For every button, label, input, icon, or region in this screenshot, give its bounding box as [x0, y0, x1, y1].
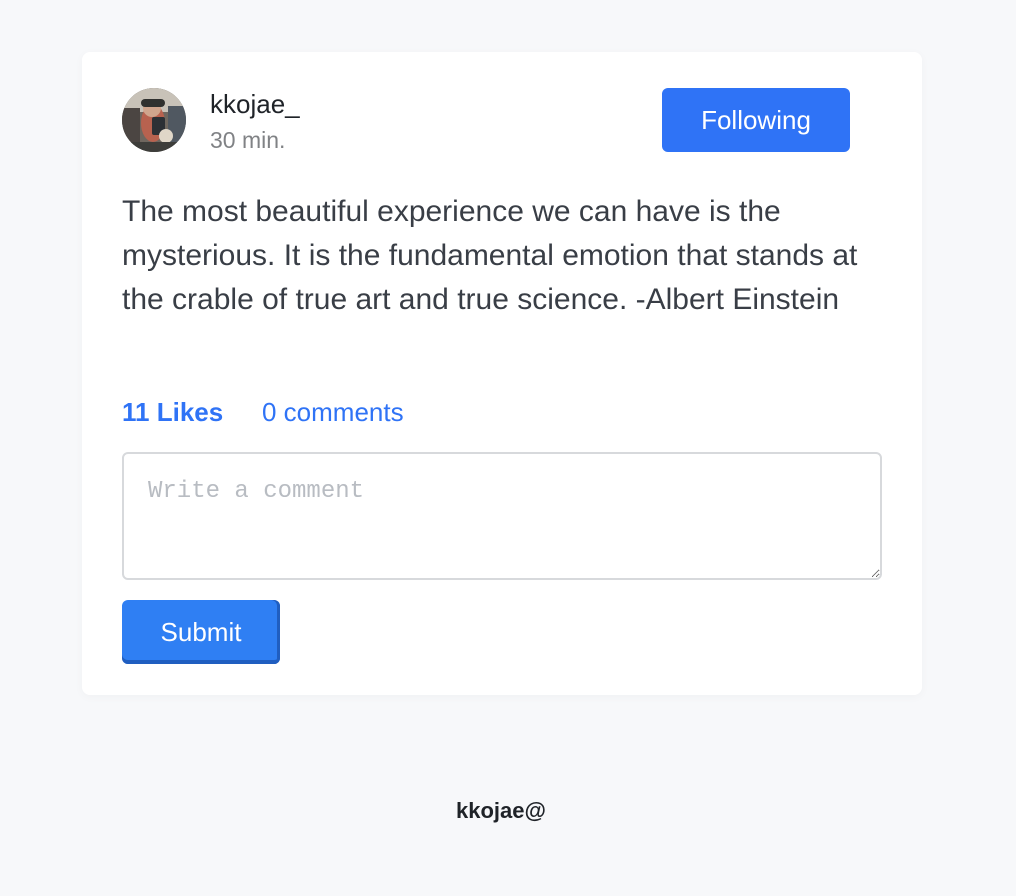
comments-count-link[interactable]: 0 comments	[262, 397, 404, 427]
post-card: kkojae_ 30 min. Following The most beaut…	[82, 52, 922, 695]
following-button[interactable]: Following	[662, 88, 850, 152]
submit-comment-button[interactable]: Submit	[122, 600, 280, 664]
post-author-name[interactable]: kkojae_	[210, 89, 300, 119]
post-body-text: The most beautiful experience we can hav…	[122, 195, 858, 316]
footer-text: kkojae@	[456, 798, 546, 823]
avatar[interactable]	[122, 88, 186, 152]
post-timestamp: 30 min.	[210, 127, 286, 153]
likes-count-link[interactable]: 11 Likes	[122, 397, 223, 427]
comment-input[interactable]	[122, 452, 882, 580]
avatar-image	[122, 88, 186, 152]
